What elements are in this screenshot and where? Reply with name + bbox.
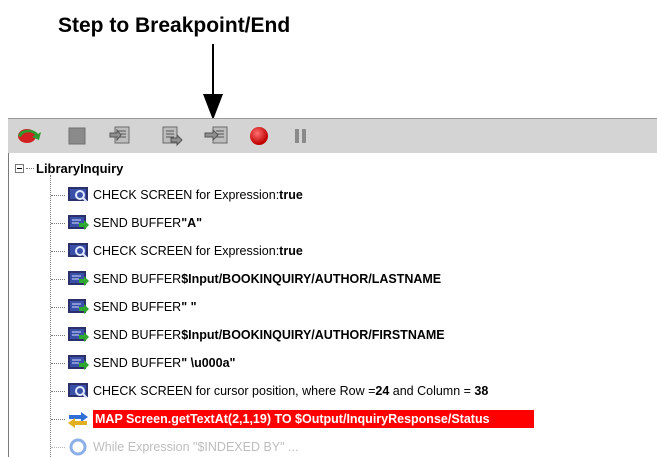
- script-tree: LibraryInquiry CHECK SCREEN for Expressi…: [8, 153, 657, 457]
- check-screen-icon: [67, 185, 89, 205]
- send-buffer-icon: [67, 213, 89, 233]
- tree-row[interactable]: SEND BUFFER " ": [51, 295, 197, 319]
- tree-root-label: LibraryInquiry: [36, 160, 124, 176]
- tree-row[interactable]: SEND BUFFER " \u000a": [51, 351, 235, 375]
- arrow-down-icon: [203, 44, 223, 120]
- step-over-icon[interactable]: [158, 123, 184, 149]
- while-loop-icon: [67, 437, 89, 457]
- pause-icon[interactable]: [288, 123, 314, 149]
- run-icon[interactable]: [16, 123, 42, 149]
- send-buffer-icon: [67, 325, 89, 345]
- debug-toolbar: [8, 118, 657, 153]
- map-icon: [67, 409, 89, 429]
- tree-row[interactable]: CHECK SCREEN for cursor position, where …: [51, 379, 488, 403]
- check-screen-icon: [67, 241, 89, 261]
- callout-title: Step to Breakpoint/End: [58, 14, 291, 37]
- tree-row[interactable]: SEND BUFFER $Input/BOOKINQUIRY/AUTHOR/LA…: [51, 267, 441, 291]
- tree-row[interactable]: While Expression "$INDEXED BY" ...: [51, 435, 298, 457]
- tree-row[interactable]: CHECK SCREEN for Expression: true: [51, 183, 303, 207]
- tree-row[interactable]: SEND BUFFER "A": [51, 211, 202, 235]
- tree-row-selected[interactable]: MAP Screen.getTextAt(2,1,19) TO $Output/…: [51, 407, 534, 431]
- tree-row[interactable]: CHECK SCREEN for Expression: true: [51, 239, 303, 263]
- step-to-breakpoint-icon[interactable]: [204, 123, 230, 149]
- collapse-icon[interactable]: [15, 163, 24, 173]
- send-buffer-icon: [67, 353, 89, 373]
- send-buffer-icon: [67, 269, 89, 289]
- step-into-icon[interactable]: [108, 123, 134, 149]
- tree-root[interactable]: LibraryInquiry: [15, 159, 123, 177]
- send-buffer-icon: [67, 297, 89, 317]
- tree-row[interactable]: SEND BUFFER $Input/BOOKINQUIRY/AUTHOR/FI…: [51, 323, 445, 347]
- callout: Step to Breakpoint/End: [0, 0, 657, 122]
- stop-icon[interactable]: [64, 123, 90, 149]
- record-icon[interactable]: [246, 123, 272, 149]
- check-screen-icon: [67, 381, 89, 401]
